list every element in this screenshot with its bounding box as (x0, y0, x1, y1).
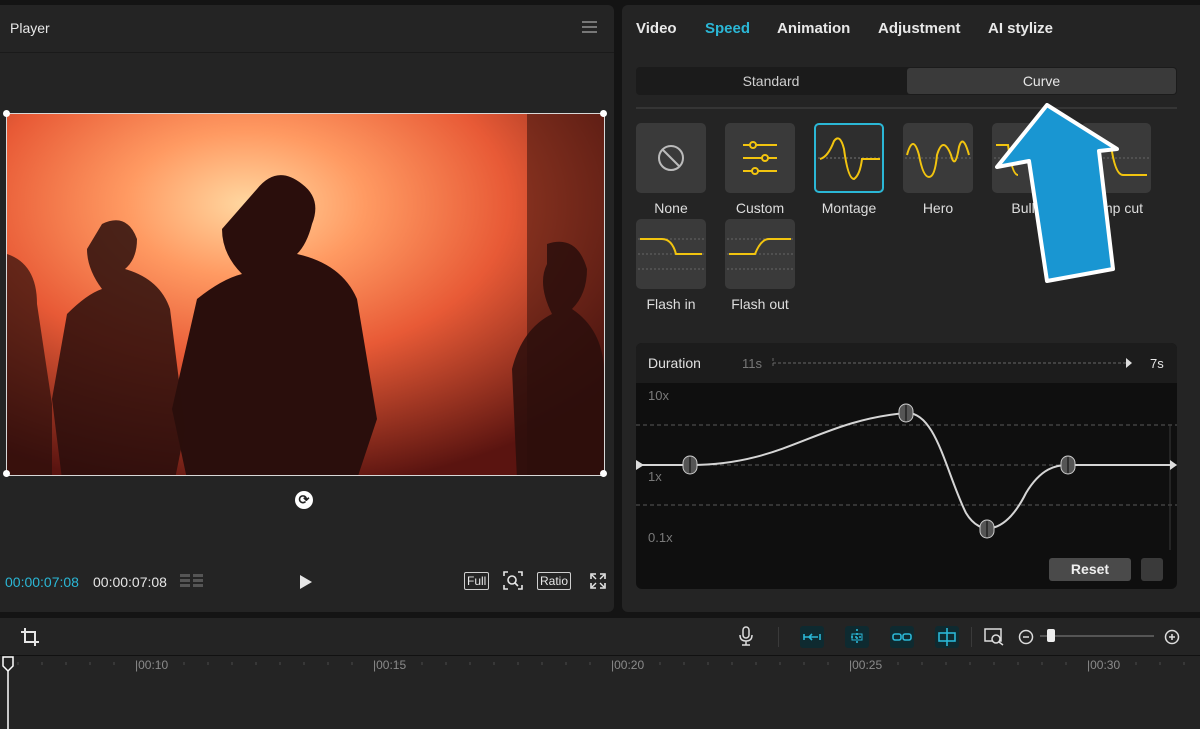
duration-original: 11s (742, 356, 762, 371)
play-button[interactable] (300, 575, 312, 589)
timeline-tick: |00:10 (135, 658, 169, 672)
preset-flash-in[interactable] (636, 219, 706, 289)
timeline-toolbar (0, 618, 1200, 656)
split-icon[interactable] (935, 626, 959, 648)
preset-label: None (654, 200, 688, 216)
link-clips-icon[interactable] (890, 626, 914, 648)
tab-video[interactable]: Video (636, 20, 677, 37)
duration-arrow (772, 358, 1132, 368)
mode-curve-tab[interactable]: Curve (907, 68, 1176, 94)
full-button[interactable]: Full (464, 572, 490, 590)
crop-icon[interactable] (21, 628, 39, 646)
timeline-tick: |00:20 (611, 658, 645, 672)
preset-label: Custom (735, 200, 785, 216)
preset-montage[interactable] (814, 123, 884, 193)
timeline-tick: |00:30 (1087, 658, 1121, 672)
preset-label: Hero (922, 200, 954, 216)
playhead[interactable] (1, 656, 15, 729)
no-symbol-icon (658, 145, 684, 171)
zoom-fit-icon[interactable] (503, 571, 523, 590)
sliders-icon (743, 141, 777, 175)
preset-none[interactable] (636, 123, 706, 193)
duration-header: Duration 11s 7s (636, 343, 1177, 383)
timecode-grid-icon[interactable] (180, 573, 204, 589)
speed-mode-toggle: Standard Curve (636, 67, 1177, 95)
fullscreen-icon[interactable] (590, 573, 606, 589)
inspector-panel: Video Speed Animation Adjustment AI styl… (622, 5, 1200, 612)
player-header: Player (0, 5, 614, 53)
player-panel: Player ⟳ 00:00:07:08 00:00:07:08 Full Ra… (0, 5, 614, 612)
toolbar-divider (971, 627, 972, 647)
zoom-slider-thumb[interactable] (1047, 629, 1055, 642)
crop-handle-tr[interactable] (600, 110, 607, 117)
video-preview[interactable] (6, 113, 605, 476)
hero-curve-icon (905, 140, 971, 179)
hamburger-menu-icon[interactable] (582, 21, 597, 33)
player-title: Player (10, 20, 50, 36)
timeline-tick: |00:25 (849, 658, 883, 672)
timeline-tick: |00:15 (373, 658, 407, 672)
rotate-icon[interactable]: ⟳ (295, 491, 313, 509)
timeline[interactable]: |00:10 |00:15 |00:20 |00:25 |00:30 (0, 656, 1200, 729)
crop-handle-bl[interactable] (3, 470, 10, 477)
flash-out-curve-icon (727, 238, 793, 270)
remove-point-button[interactable] (1141, 558, 1163, 581)
tab-speed[interactable]: Speed (705, 20, 750, 37)
preset-label: Flash in (646, 296, 696, 312)
crop-handle-tl[interactable] (3, 110, 10, 117)
flash-in-curve-icon (638, 238, 704, 270)
preset-flash-out[interactable] (725, 219, 795, 289)
montage-curve-icon (818, 137, 882, 181)
zoom-slider-track[interactable] (1040, 635, 1154, 637)
preview-zoom-icon[interactable] (984, 628, 1004, 646)
preset-custom[interactable] (725, 123, 795, 193)
pointer-arrow-icon (995, 103, 1119, 283)
snap-left-icon[interactable] (800, 626, 824, 648)
timeline-ruler (17, 662, 1185, 665)
tab-adjustment[interactable]: Adjustment (878, 20, 961, 37)
duration-new: 7s (1150, 356, 1164, 371)
preset-label: Montage (821, 200, 877, 216)
zoom-out-icon[interactable] (1018, 629, 1034, 645)
tab-animation[interactable]: Animation (777, 20, 850, 37)
crop-handle-br[interactable] (600, 470, 607, 477)
preset-label: Flash out (731, 296, 789, 312)
preset-hero[interactable] (903, 123, 973, 193)
ratio-button[interactable]: Ratio (537, 572, 572, 590)
current-time: 00:00:07:08 (5, 574, 79, 590)
total-time: 00:00:07:08 (93, 574, 167, 590)
video-frame-image (7, 114, 604, 475)
microphone-icon[interactable] (738, 626, 754, 646)
duration-label: Duration (648, 355, 701, 371)
mode-standard-tab[interactable]: Standard (636, 67, 906, 95)
tab-ai-stylize[interactable]: AI stylize (988, 20, 1053, 37)
reset-button[interactable]: Reset (1049, 558, 1131, 581)
speed-curve-editor[interactable]: Duration 11s 7s 10x 1x 0.1x Reset (636, 343, 1177, 589)
zoom-in-icon[interactable] (1164, 629, 1181, 646)
snap-center-icon[interactable] (845, 626, 869, 648)
toolbar-divider (778, 627, 779, 647)
speed-curve[interactable] (636, 383, 1177, 553)
